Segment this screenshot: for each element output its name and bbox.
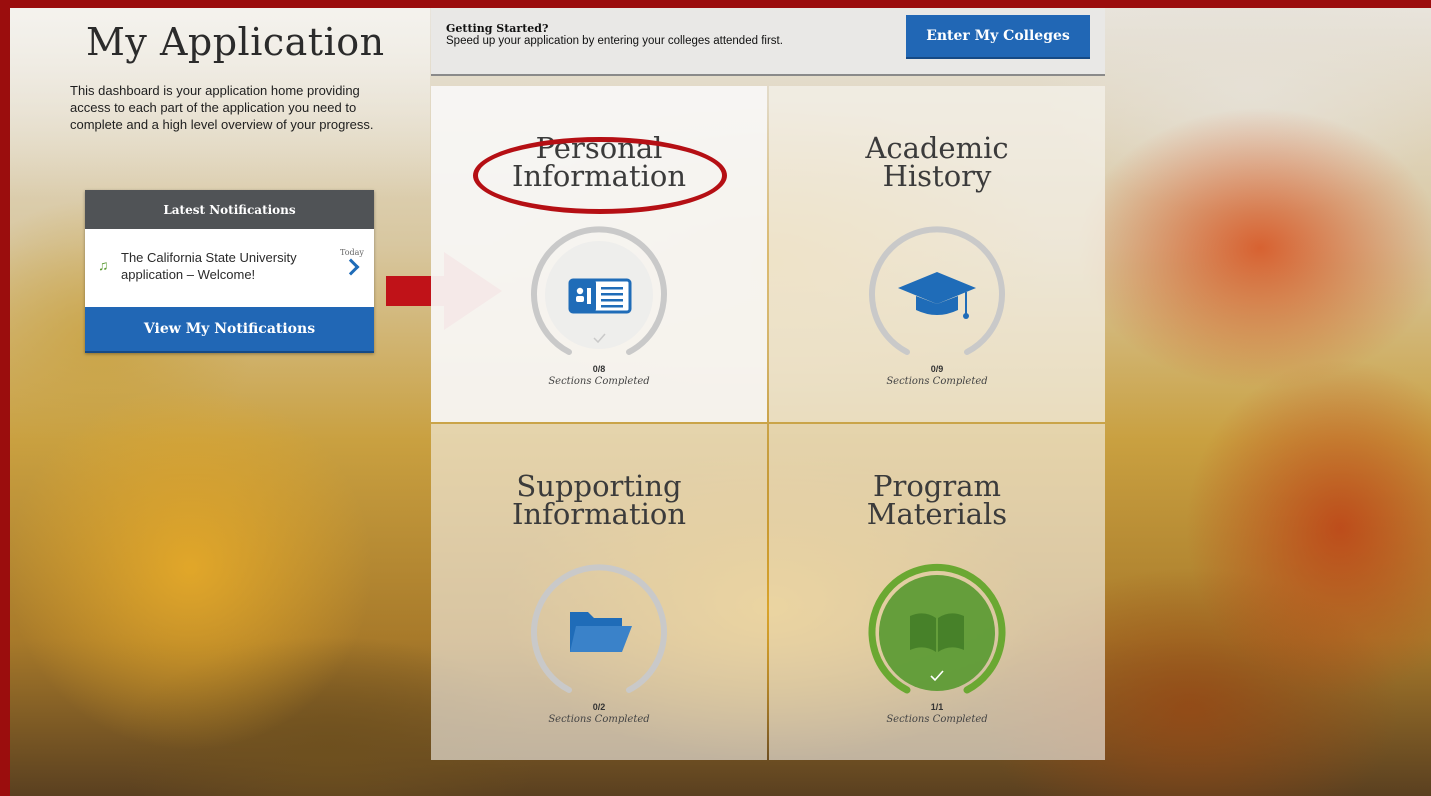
graduation-cap-icon bbox=[898, 272, 976, 319]
folder-icon bbox=[570, 612, 632, 652]
tile-academic-history[interactable]: Academic History 0/9 Sections Completed bbox=[769, 86, 1105, 422]
progress-count: 0/2 bbox=[592, 702, 606, 712]
progress-ring bbox=[531, 226, 667, 355]
progress-count: 0/9 bbox=[930, 364, 944, 374]
notifications-header: Latest Notifications bbox=[85, 190, 374, 229]
id-card-icon bbox=[568, 278, 632, 314]
notification-text: The California State University applicat… bbox=[121, 250, 297, 282]
page-title: My Application bbox=[86, 20, 385, 64]
getting-started-bar: Getting Started? Speed up your applicati… bbox=[431, 8, 1105, 76]
progress-label: Sections Completed bbox=[548, 714, 650, 725]
view-notifications-button[interactable]: View My Notifications bbox=[85, 307, 374, 353]
progress-count: 1/1 bbox=[930, 702, 944, 712]
chevron-right-icon[interactable] bbox=[342, 258, 360, 276]
notification-time: Today bbox=[340, 248, 364, 257]
tile-program-materials[interactable]: Program Materials 1/1 Sections Completed bbox=[769, 424, 1105, 760]
tile-title: Academic History bbox=[865, 131, 1009, 193]
progress-ring bbox=[531, 564, 667, 693]
getting-started-title: Getting Started? bbox=[446, 22, 549, 35]
progress-ring bbox=[869, 226, 1005, 355]
notifications-panel: Latest Notifications ♫ The California St… bbox=[85, 190, 374, 353]
progress-label: Sections Completed bbox=[886, 376, 988, 387]
getting-started-text: Speed up your application by entering yo… bbox=[446, 35, 783, 47]
tile-supporting-information[interactable]: Supporting Information 0/2 Sections Comp… bbox=[431, 424, 767, 760]
tile-title: Supporting Information bbox=[511, 469, 687, 531]
highlight-oval-annotation bbox=[473, 137, 727, 214]
progress-label: Sections Completed bbox=[548, 376, 650, 387]
progress-count: 0/8 bbox=[592, 364, 606, 374]
enter-my-colleges-button[interactable]: Enter My Colleges bbox=[906, 15, 1090, 59]
notification-item[interactable]: ♫ The California State University applic… bbox=[85, 229, 374, 307]
progress-ring bbox=[868, 563, 1006, 694]
bell-icon: ♫ bbox=[98, 257, 109, 273]
progress-label: Sections Completed bbox=[886, 714, 988, 725]
tile-title: Program Materials bbox=[866, 469, 1008, 531]
page-intro: This dashboard is your application home … bbox=[70, 83, 374, 132]
